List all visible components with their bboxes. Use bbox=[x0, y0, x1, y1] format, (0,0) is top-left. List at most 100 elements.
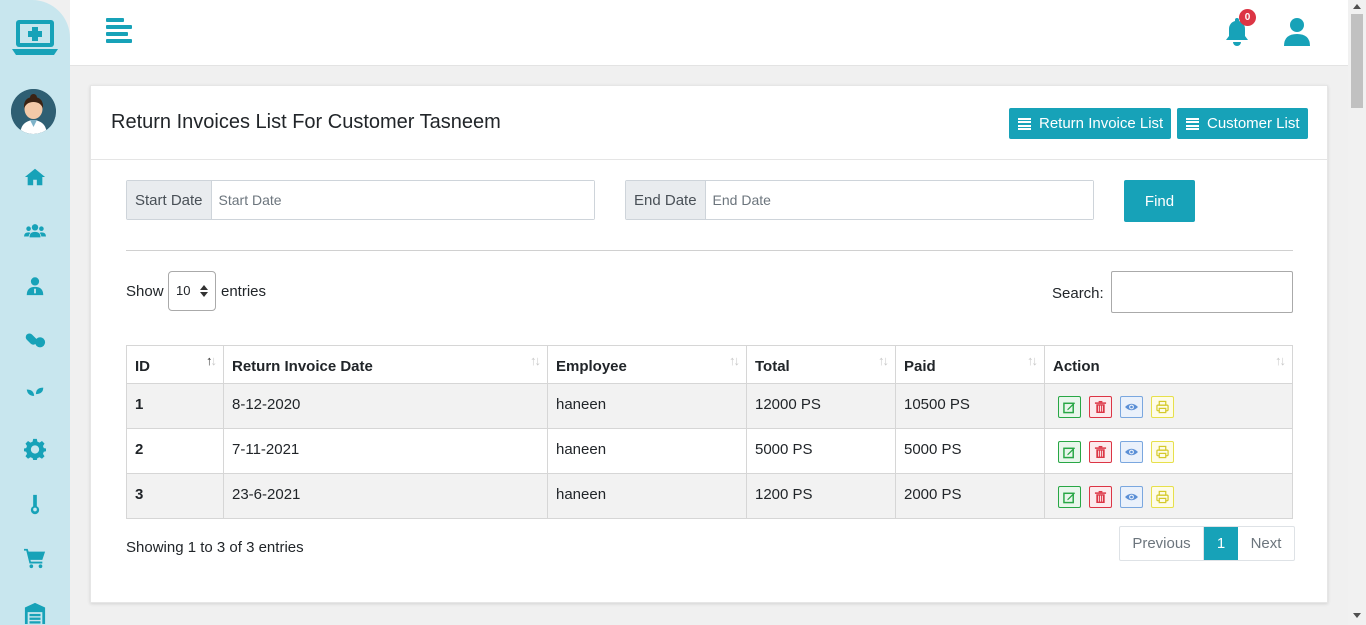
scrollbar-thumb[interactable] bbox=[1351, 14, 1363, 108]
cell-paid: 10500 PS bbox=[895, 383, 1045, 429]
trash-icon bbox=[1094, 490, 1107, 504]
column-header-date[interactable]: Return Invoice Date ↑↓ bbox=[223, 345, 548, 384]
sidebar bbox=[0, 0, 70, 625]
cell-id: 3 bbox=[126, 473, 224, 519]
pagination-page-1[interactable]: 1 bbox=[1204, 527, 1238, 560]
view-button[interactable] bbox=[1120, 486, 1143, 508]
trash-icon bbox=[1094, 445, 1107, 459]
cell-id: 2 bbox=[126, 428, 224, 474]
cell-employee: haneen bbox=[547, 428, 747, 474]
top-navbar: 0 bbox=[70, 0, 1348, 66]
cell-employee: haneen bbox=[547, 383, 747, 429]
sort-icon: ↑↓ bbox=[530, 353, 541, 368]
return-invoice-list-button[interactable]: Return Invoice List bbox=[1009, 108, 1171, 139]
cell-date: 23-6-2021 bbox=[223, 473, 548, 519]
scroll-down-arrow-icon[interactable] bbox=[1353, 613, 1361, 618]
view-button[interactable] bbox=[1120, 396, 1143, 418]
trash-icon bbox=[1094, 400, 1107, 414]
seedling-icon[interactable] bbox=[20, 380, 50, 410]
notification-count-badge: 0 bbox=[1239, 9, 1256, 26]
sort-icon: ↑↓ bbox=[1027, 353, 1038, 368]
edit-icon bbox=[1063, 492, 1076, 504]
delete-button[interactable] bbox=[1089, 486, 1112, 508]
sort-icon: ↑↓ bbox=[878, 353, 889, 368]
end-date-input[interactable] bbox=[705, 181, 1093, 219]
start-date-label: Start Date bbox=[127, 181, 212, 219]
warehouse-icon[interactable] bbox=[20, 598, 50, 625]
scroll-up-arrow-icon[interactable] bbox=[1353, 4, 1361, 9]
home-icon[interactable] bbox=[20, 162, 50, 192]
column-header-paid[interactable]: Paid ↑↓ bbox=[895, 345, 1045, 384]
cell-date: 7-11-2021 bbox=[223, 428, 548, 474]
cell-paid: 2000 PS bbox=[895, 473, 1045, 519]
entries-label: entries bbox=[221, 283, 267, 300]
eye-icon bbox=[1125, 448, 1138, 456]
table-info: Showing 1 to 3 of 3 entries bbox=[126, 539, 304, 556]
column-header-employee[interactable]: Employee ↑↓ bbox=[547, 345, 747, 384]
edit-button[interactable] bbox=[1058, 486, 1081, 508]
pagination-previous[interactable]: Previous bbox=[1120, 527, 1204, 560]
customer-list-button[interactable]: Customer List bbox=[1177, 108, 1308, 139]
medical-laptop-logo-icon[interactable] bbox=[12, 18, 58, 58]
edit-icon bbox=[1063, 402, 1076, 414]
page-title: Return Invoices List For Customer Tasnee… bbox=[111, 111, 501, 133]
cell-actions bbox=[1044, 473, 1293, 519]
find-button[interactable]: Find bbox=[1124, 180, 1195, 222]
print-button[interactable] bbox=[1151, 441, 1174, 463]
edit-icon bbox=[1063, 447, 1076, 459]
delete-button[interactable] bbox=[1089, 396, 1112, 418]
column-header-action[interactable]: Action ↑↓ bbox=[1044, 345, 1293, 384]
pills-icon[interactable] bbox=[20, 325, 50, 355]
shopping-cart-icon[interactable] bbox=[20, 543, 50, 573]
pagination-next[interactable]: Next bbox=[1238, 527, 1294, 560]
doctor-user-icon[interactable] bbox=[20, 271, 50, 301]
pagination: Previous 1 Next bbox=[1119, 526, 1295, 561]
entries-length-value: 10 bbox=[176, 283, 191, 298]
entries-length-select[interactable]: 10 bbox=[168, 271, 216, 311]
sort-ascending-icon: ↑↓ bbox=[206, 353, 217, 368]
doctor-avatar[interactable] bbox=[11, 89, 56, 134]
printer-icon bbox=[1156, 445, 1169, 459]
cell-total: 5000 PS bbox=[746, 428, 896, 474]
end-date-label: End Date bbox=[626, 181, 706, 219]
edit-button[interactable] bbox=[1058, 396, 1081, 418]
column-header-id[interactable]: ID ↑↓ bbox=[126, 345, 224, 384]
cell-date: 8-12-2020 bbox=[223, 383, 548, 429]
delete-button[interactable] bbox=[1089, 441, 1112, 463]
print-button[interactable] bbox=[1151, 396, 1174, 418]
show-label: Show bbox=[126, 283, 164, 300]
sort-icon: ↑↓ bbox=[729, 353, 740, 368]
thermometer-icon[interactable] bbox=[20, 489, 50, 519]
column-header-total[interactable]: Total ↑↓ bbox=[746, 345, 896, 384]
card-header: Return Invoices List For Customer Tasnee… bbox=[91, 86, 1327, 160]
menu-toggle-icon[interactable] bbox=[106, 18, 132, 43]
divider bbox=[126, 250, 1293, 251]
table-search-input[interactable] bbox=[1111, 271, 1293, 313]
users-group-icon[interactable] bbox=[20, 216, 50, 246]
printer-icon bbox=[1156, 400, 1169, 414]
print-button[interactable] bbox=[1151, 486, 1174, 508]
start-date-input[interactable] bbox=[211, 181, 594, 219]
cell-total: 12000 PS bbox=[746, 383, 896, 429]
cell-paid: 5000 PS bbox=[895, 428, 1045, 474]
sort-icon: ↑↓ bbox=[1275, 353, 1286, 368]
return-invoices-card: Return Invoices List For Customer Tasnee… bbox=[90, 85, 1328, 603]
list-icon bbox=[1186, 117, 1199, 130]
select-arrows-icon bbox=[200, 285, 208, 297]
cell-employee: haneen bbox=[547, 473, 747, 519]
table-row: 3 23-6-2021 haneen 1200 PS 2000 PS bbox=[126, 473, 1293, 519]
view-button[interactable] bbox=[1120, 441, 1143, 463]
page-scrollbar[interactable] bbox=[1348, 0, 1366, 625]
edit-button[interactable] bbox=[1058, 441, 1081, 463]
user-profile-icon[interactable] bbox=[1284, 18, 1310, 46]
printer-icon bbox=[1156, 490, 1169, 504]
eye-icon bbox=[1125, 403, 1138, 411]
cell-id: 1 bbox=[126, 383, 224, 429]
return-invoice-list-label: Return Invoice List bbox=[1039, 115, 1164, 132]
cell-actions bbox=[1044, 428, 1293, 474]
return-invoices-table: ID ↑↓ Return Invoice Date ↑↓ Employee ↑↓ To… bbox=[126, 345, 1293, 519]
gear-icon[interactable] bbox=[20, 434, 50, 464]
table-header-row: ID ↑↓ Return Invoice Date ↑↓ Employee ↑↓ To… bbox=[126, 345, 1293, 384]
customer-list-label: Customer List bbox=[1207, 115, 1300, 132]
list-icon bbox=[1018, 117, 1031, 130]
